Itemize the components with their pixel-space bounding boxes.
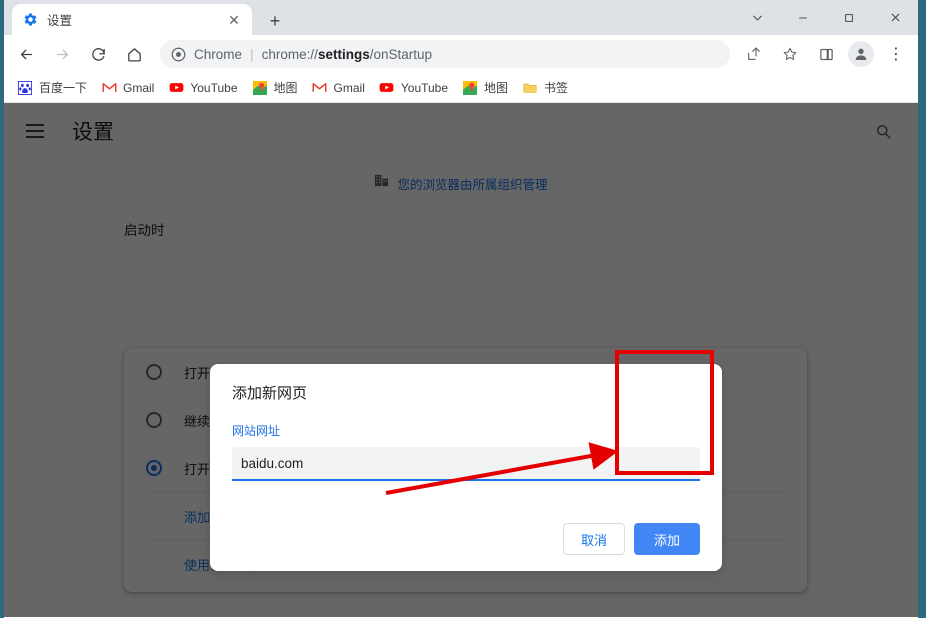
tab-strip: 设置 ✕ + (4, 0, 918, 35)
url-bold: settings (317, 46, 370, 62)
maximize-button[interactable] (826, 0, 872, 35)
bookmark-item[interactable]: 地图 (455, 76, 515, 99)
add-new-page-dialog: 添加新网页 网站网址 取消 添加 (210, 364, 722, 571)
bookmark-item[interactable]: YouTube (372, 77, 455, 99)
bookmark-label: 地图 (484, 81, 509, 95)
new-tab-button[interactable]: + (262, 8, 288, 34)
bookmark-label: YouTube (190, 80, 238, 95)
dialog-title: 添加新网页 (232, 385, 308, 402)
home-button[interactable] (119, 39, 149, 69)
bookmarks-bar: 百度一下 Gmail YouTube 地图 Gmail YouTube 地图 书… (4, 73, 918, 103)
back-button[interactable] (11, 39, 41, 69)
minimize-button[interactable] (780, 0, 826, 35)
omnibox-chip-label: Chrome (194, 46, 243, 62)
bookmark-item[interactable]: 百度一下 (10, 76, 94, 99)
maps-icon (252, 80, 268, 96)
forward-button[interactable] (47, 39, 77, 69)
minimize-to-tray-button[interactable] (734, 0, 780, 35)
dialog-actions: 取消 添加 (562, 523, 700, 555)
bookmark-label: YouTube (400, 80, 449, 95)
bookmark-item[interactable]: 地图 (245, 76, 305, 99)
profile-avatar-icon[interactable] (848, 41, 874, 67)
url-suffix: /onStartup (369, 46, 432, 62)
bookmark-label: Gmail (333, 80, 365, 95)
omnibox-url: chrome://settings/onStartup (262, 47, 432, 62)
site-url-input[interactable] (241, 447, 691, 479)
cancel-button[interactable]: 取消 (562, 523, 625, 555)
address-bar[interactable]: Chrome | chrome://settings/onStartup (160, 40, 730, 68)
omnibox-separator: | (250, 46, 254, 62)
browser-window: 设置 ✕ + Chrome | chrome://settings/onStar… (0, 0, 926, 618)
window-controls (734, 0, 918, 35)
tab-settings[interactable]: 设置 ✕ (12, 4, 252, 35)
bookmark-label: 地图 (273, 81, 298, 95)
tab-title: 设置 (47, 14, 73, 28)
browser-window-inner: 设置 ✕ + Chrome | chrome://settings/onStar… (4, 0, 918, 618)
reload-button[interactable] (83, 39, 113, 69)
bookmark-item[interactable]: YouTube (161, 77, 244, 99)
url-prefix: chrome:// (261, 46, 318, 62)
site-url-input-wrapper[interactable] (232, 447, 700, 481)
bookmark-item[interactable]: Gmail (94, 77, 161, 99)
chrome-menu-button[interactable]: ⋮ (881, 39, 911, 69)
baidu-icon (17, 80, 33, 96)
settings-page: 设置 您的浏览器由所属组织管理 启动时 打开新标签页 继 (4, 103, 918, 617)
gear-icon (22, 12, 38, 28)
close-button[interactable] (872, 0, 918, 35)
bookmark-label: 书签 (544, 81, 569, 95)
youtube-icon (379, 80, 395, 96)
share-icon[interactable] (739, 39, 769, 69)
gmail-icon (312, 80, 328, 96)
site-url-label: 网站网址 (232, 424, 281, 438)
browser-toolbar: Chrome | chrome://settings/onStartup ⋮ (4, 35, 918, 73)
confirm-button[interactable]: 添加 (634, 523, 700, 555)
maps-icon (462, 80, 478, 96)
bookmark-label: 百度一下 (39, 81, 88, 95)
side-panel-icon[interactable] (811, 39, 841, 69)
tab-close-icon[interactable]: ✕ (226, 12, 242, 28)
gmail-icon (101, 80, 117, 96)
folder-icon (522, 80, 538, 96)
youtube-icon (168, 80, 184, 96)
chrome-logo-icon (170, 46, 186, 62)
star-icon[interactable] (775, 39, 805, 69)
bookmark-label: Gmail (123, 80, 155, 95)
bookmark-item[interactable]: Gmail (305, 77, 372, 99)
bookmark-folder-item[interactable]: 书签 (515, 76, 575, 99)
